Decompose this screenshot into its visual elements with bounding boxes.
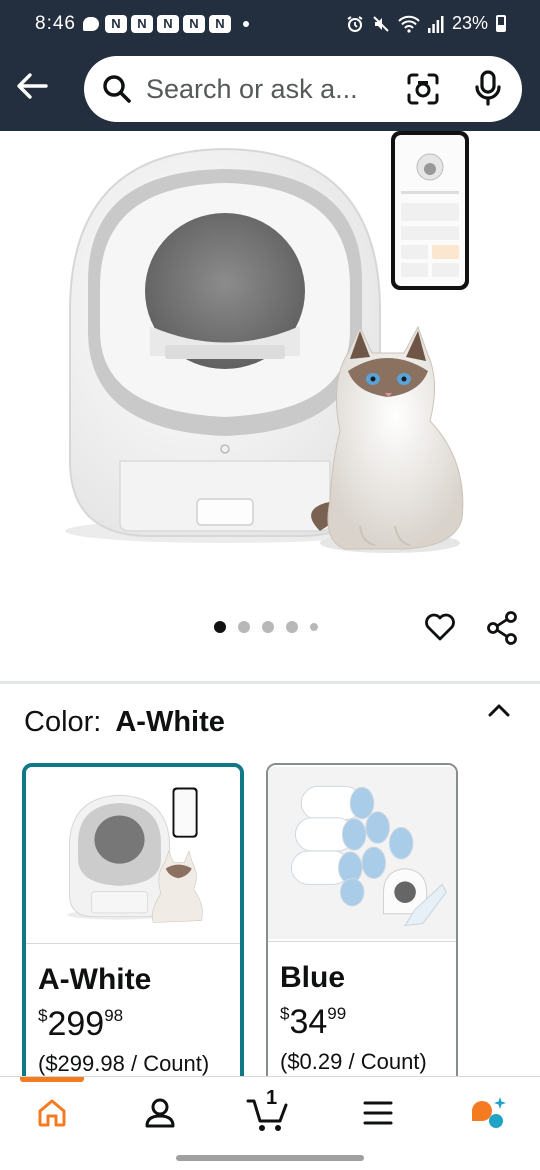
chevron-up-icon[interactable] (486, 698, 512, 724)
nav-account[interactable] (130, 1091, 190, 1135)
battery-percent: 23% (451, 13, 488, 33)
app-notification-icon: N (157, 15, 179, 33)
home-icon (38, 1099, 66, 1127)
nav-home[interactable] (22, 1091, 82, 1135)
variant-separator (26, 943, 240, 944)
carousel-dot[interactable] (286, 621, 298, 633)
carousel-dot[interactable] (238, 621, 250, 633)
system-status-icons: 23% (346, 13, 506, 34)
selected-color-value: A-White (115, 706, 225, 738)
signal-icon (427, 15, 444, 33)
color-selector-header: Color: A-White (24, 706, 225, 739)
cart-count-badge: 1 (266, 1087, 278, 1109)
carousel-dot[interactable] (262, 621, 274, 633)
nav-menu[interactable] (348, 1091, 408, 1135)
app-notification-icon: N (209, 15, 231, 33)
back-arrow-icon (17, 73, 48, 99)
carousel-indicator[interactable] (214, 621, 318, 633)
product-image (65, 131, 469, 553)
color-label: Color: (24, 706, 102, 738)
price-fraction: 99 (327, 1004, 347, 1023)
app-notification-icon: N (183, 15, 205, 33)
status-time: 8:46 (35, 13, 76, 34)
account-icon (145, 1098, 175, 1128)
variant-unit-price: ($0.29 / Count) (280, 1049, 427, 1074)
variant-name: A-White (38, 963, 152, 996)
system-home-indicator[interactable] (176, 1155, 364, 1161)
variant-thumbnail (268, 765, 456, 941)
variant-option-a-white[interactable]: A-White $29998 ($299.98 / Count) (22, 763, 244, 1093)
variant-option-blue[interactable]: Blue $3499 ($0.29 / Count) (266, 763, 458, 1093)
carousel-dot[interactable] (310, 623, 318, 631)
battery-icon (496, 15, 506, 32)
carousel-dot[interactable] (214, 621, 226, 633)
app-notification-icon: N (105, 15, 127, 33)
active-tab-indicator (20, 1077, 84, 1082)
product-image-carousel[interactable] (0, 131, 540, 601)
search-bar[interactable] (84, 56, 522, 122)
price-fraction: 98 (104, 1006, 124, 1025)
rufus-icon (472, 1097, 506, 1128)
variant-thumbnail (26, 767, 240, 943)
message-icon (83, 17, 99, 31)
variant-price: $3499 (280, 1003, 346, 1042)
variant-price: $29998 (38, 1005, 123, 1044)
section-divider (0, 681, 540, 684)
nav-cart[interactable]: 1 (238, 1087, 298, 1135)
app-notification-icon: N (131, 15, 153, 33)
variant-unit-price: ($299.98 / Count) (38, 1051, 210, 1076)
price-whole: 299 (47, 1005, 105, 1043)
mute-icon (373, 15, 389, 32)
search-icon (103, 75, 131, 103)
search-input[interactable] (146, 68, 396, 110)
share-icon[interactable] (484, 610, 520, 646)
alarm-icon (347, 15, 363, 32)
variant-name: Blue (280, 961, 346, 994)
status-bar: 8:46 N N N N N 23% (0, 0, 540, 50)
camera-search-icon[interactable] (406, 72, 440, 106)
notification-icons: N N N N N (83, 15, 249, 33)
top-header: 8:46 N N N N N 23% (0, 0, 540, 131)
menu-icon (363, 1101, 393, 1125)
wifi-icon (398, 15, 420, 33)
price-whole: 34 (289, 1003, 328, 1041)
variant-separator (268, 941, 456, 942)
wishlist-heart-icon[interactable] (423, 610, 457, 644)
nav-rufus[interactable] (458, 1091, 518, 1135)
more-notifications-dot (243, 21, 249, 27)
back-button[interactable] (14, 70, 54, 106)
microphone-icon[interactable] (474, 70, 502, 108)
